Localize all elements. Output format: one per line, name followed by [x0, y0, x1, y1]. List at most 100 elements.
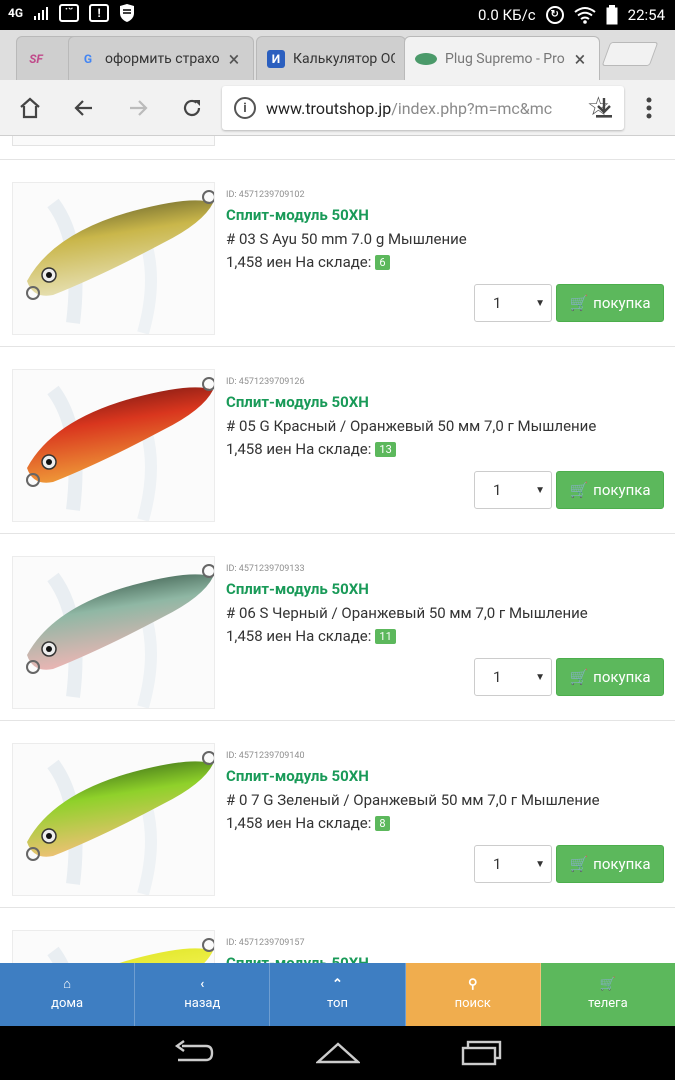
download-icon	[596, 98, 612, 118]
product-image[interactable]	[12, 369, 215, 522]
nav-label: поиск	[454, 996, 491, 1011]
product-image[interactable]	[12, 182, 215, 335]
nav-top-button[interactable]: ⌃ топ	[270, 963, 406, 1026]
nav-back-button[interactable]: ‹ назад	[135, 963, 271, 1026]
nav-search-button[interactable]: ⚲ поиск	[405, 963, 541, 1026]
caret-down-icon: ▼	[535, 485, 545, 496]
clock: 22:54	[627, 6, 665, 24]
system-home-icon[interactable]	[316, 1040, 360, 1066]
product-id: ID: 4571239709133	[226, 564, 305, 574]
url-path: /index.php?m=mc&mc	[391, 98, 553, 118]
signal-icon	[34, 7, 49, 20]
search-icon: ⚲	[467, 977, 478, 992]
product-image[interactable]	[12, 930, 215, 963]
product-name-link[interactable]: Сплит-модуль 50XH	[226, 767, 369, 785]
stock-badge: 6	[375, 254, 390, 270]
product-id: ID: 4571239709126	[226, 377, 305, 387]
cart-icon: 🛒	[569, 481, 589, 499]
tab-google[interactable]: G оформить страхов ×	[68, 36, 254, 80]
battery-icon	[606, 5, 618, 25]
network-indicator: 4G	[8, 6, 24, 20]
product-image[interactable]	[12, 556, 215, 709]
tab-calculator[interactable]: И Калькулятор ОСАГ	[256, 36, 406, 80]
buy-button[interactable]: 🛒 покупка	[556, 658, 664, 696]
product-item: ID: 4571239709157 Сплит-модуль 50XH	[0, 908, 675, 963]
arrow-right-icon	[130, 100, 148, 116]
product-description: # 0 7 G Зеленый / Оранжевый 50 мм 7,0 г …	[226, 791, 600, 809]
caret-down-icon: ▼	[535, 298, 545, 309]
cart-icon: 🛒	[569, 668, 589, 686]
lure-illustration	[47, 938, 214, 963]
nav-label: топ	[327, 996, 348, 1011]
tab-strip: SF G оформить страхов × И Калькулятор ОС…	[0, 30, 675, 80]
product-name-link[interactable]: Сплит-модуль 50XH	[226, 393, 369, 411]
calculator-favicon-icon: И	[267, 49, 285, 68]
product-item: ID: 4571239709102 Сплит-модуль 50XH # 03…	[0, 160, 675, 347]
address-bar[interactable]: i www.troutshop.jp /index.php?m=mc&mc ☆	[222, 86, 624, 130]
quantity-select[interactable]: 1 ▼	[474, 471, 552, 509]
menu-button[interactable]	[634, 92, 664, 124]
product-id: ID: 4571239709157	[226, 938, 305, 948]
cart-icon: 🛒	[569, 855, 589, 873]
tab-title: оформить страхов	[105, 50, 219, 67]
reload-button[interactable]	[176, 92, 208, 124]
product-description: # 05 G Красный / Оранжевый 50 мм 7,0 г М…	[226, 417, 597, 435]
system-back-icon[interactable]	[172, 1040, 216, 1066]
sync-icon: ↻	[545, 6, 564, 24]
caret-down-icon: ▼	[535, 672, 545, 683]
status-bar: 4G ˙˘ ! 0.0 КБ/с ↻ 22:54	[0, 0, 675, 30]
product-name-link[interactable]: Сплит-модуль 50XH	[226, 580, 369, 598]
product-name-link[interactable]: Сплит-модуль 50XH	[226, 954, 369, 963]
shield-icon	[120, 4, 135, 22]
info-icon[interactable]: i	[234, 97, 256, 119]
reload-icon	[183, 99, 201, 117]
system-recents-icon[interactable]	[460, 1040, 504, 1066]
nav-home-button[interactable]: ⌂ дома	[0, 963, 136, 1026]
quantity-select[interactable]: 1 ▼	[474, 845, 552, 883]
lure-illustration	[26, 751, 214, 895]
product-image[interactable]	[12, 743, 215, 896]
back-button[interactable]	[68, 92, 100, 124]
close-tab-icon[interactable]: ×	[225, 47, 243, 71]
plug-favicon-icon	[415, 52, 437, 65]
close-tab-icon[interactable]: ×	[571, 47, 589, 71]
home-icon	[20, 97, 40, 119]
tab-plug-supremo[interactable]: Plug Supremo - Pro ×	[404, 36, 600, 80]
alert-icon: !	[89, 4, 110, 22]
nav-label: телега	[588, 996, 628, 1011]
product-description: # 06 S Черный / Оранжевый 50 мм 7,0 г Мы…	[226, 604, 588, 622]
stock-badge: 13	[375, 441, 396, 457]
url-host: www.troutshop.jp	[266, 98, 392, 118]
product-item: ID: 4571239709140 Сплит-модуль 50XH # 0 …	[0, 721, 675, 908]
forward-button[interactable]	[122, 92, 154, 124]
chevron-up-icon: ⌃	[332, 977, 343, 992]
chevron-left-icon: ‹	[200, 977, 205, 992]
stock-badge: 11	[375, 628, 396, 644]
buy-button[interactable]: 🛒 покупка	[556, 284, 664, 322]
more-vertical-icon	[646, 97, 652, 119]
bottom-navigation: ⌂ дома ‹ назад ⌃ топ ⚲ поиск 🛒 телега	[0, 963, 675, 1026]
cart-icon: 🛒	[599, 977, 616, 992]
product-name-link[interactable]: Сплит-модуль 50XH	[226, 206, 369, 224]
lure-illustration	[26, 190, 214, 334]
home-button[interactable]	[14, 92, 46, 124]
home-icon: ⌂	[63, 977, 72, 992]
stock-badge: 8	[375, 815, 390, 831]
tab-title: Калькулятор ОСАГ	[293, 50, 395, 67]
new-tab-button[interactable]	[601, 42, 659, 66]
nav-cart-button[interactable]: 🛒 телега	[540, 963, 675, 1026]
buy-button[interactable]: 🛒 покупка	[556, 471, 664, 509]
quantity-select[interactable]: 1 ▼	[474, 284, 552, 322]
product-item: ID: 4571239709126 Сплит-модуль 50XH # 05…	[0, 347, 675, 534]
product-price: 1,458 иен На складе: 11	[226, 627, 396, 645]
data-speed: 0.0 КБ/с	[477, 6, 536, 24]
wifi-icon	[574, 7, 596, 24]
nav-label: назад	[184, 996, 221, 1011]
product-id: ID: 4571239709102	[226, 190, 305, 200]
download-button[interactable]	[588, 92, 620, 124]
tab-title: Plug Supremo - Pro	[445, 50, 565, 67]
buy-button[interactable]: 🛒 покупка	[556, 845, 664, 883]
arrow-left-icon	[74, 100, 92, 116]
quantity-select[interactable]: 1 ▼	[474, 658, 552, 696]
product-price: 1,458 иен На складе: 13	[226, 440, 396, 458]
